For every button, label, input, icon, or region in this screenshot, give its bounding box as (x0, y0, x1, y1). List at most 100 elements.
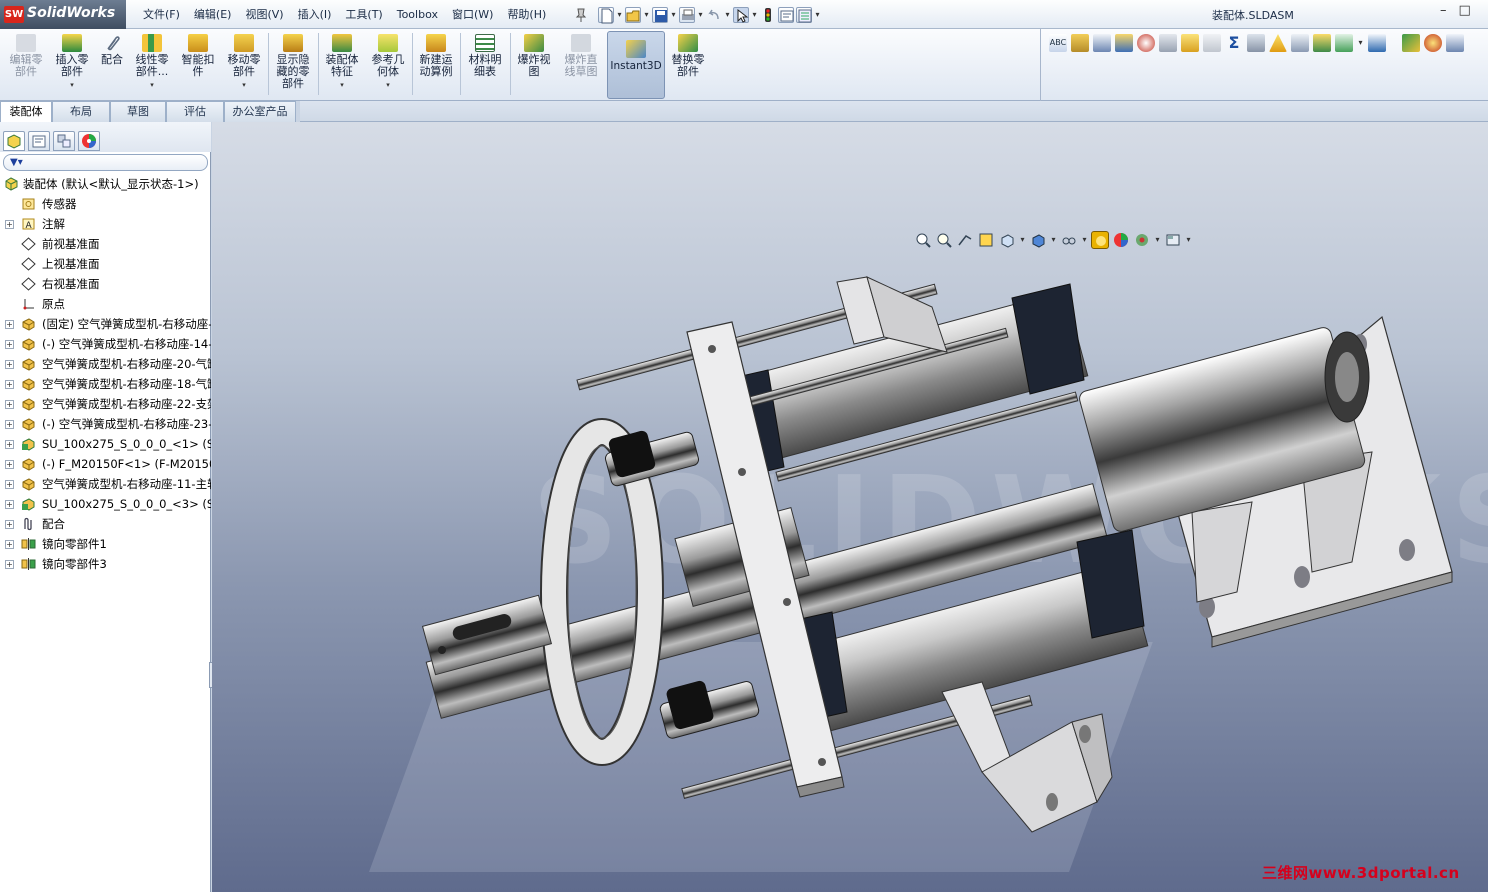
menu-insert[interactable]: 插入(I) (291, 6, 339, 23)
display-style-icon[interactable] (1029, 231, 1047, 249)
hide-show-dropdown-icon[interactable]: ▾ (1081, 232, 1088, 248)
tree-node[interactable]: + 空气弹簧成型机-右移动座-20-气缸<1> (0, 354, 211, 374)
feature-manager-tab-icon[interactable] (3, 131, 25, 151)
display-pane-dropdown-icon[interactable]: ▾ (1185, 232, 1192, 248)
rebuild-icon[interactable] (760, 7, 776, 23)
print-dropdown-icon[interactable]: ▾ (697, 7, 704, 23)
display-pane-icon[interactable] (1164, 231, 1182, 249)
instant3d-button[interactable]: Instant3D (607, 31, 665, 99)
expand-toggle-icon[interactable]: + (5, 460, 14, 469)
tree-node[interactable]: + (-) 空气弹簧成型机-右移动座-23-法兰<1> (0, 414, 211, 434)
menu-tools[interactable]: 工具(T) (338, 6, 389, 23)
save-icon[interactable] (652, 6, 668, 23)
view-settings-icon[interactable] (1133, 231, 1151, 249)
undo-dropdown-icon[interactable]: ▾ (724, 7, 731, 23)
expand-toggle-icon[interactable]: + (5, 480, 14, 489)
smart-fasteners-button[interactable]: 智能扣 件 (176, 32, 220, 78)
tree-node[interactable]: 前视基准面 (0, 234, 211, 254)
tree-node[interactable]: 传感器 (0, 194, 211, 214)
view-orientation-icon[interactable] (998, 231, 1016, 249)
tab-sketch[interactable]: 草图 (110, 101, 166, 122)
expand-toggle-icon[interactable]: + (5, 340, 14, 349)
expand-toggle-icon[interactable]: + (5, 400, 14, 409)
tree-node[interactable]: + A 注解 (0, 214, 211, 234)
tree-node[interactable]: + SU_100x275_S_0_0_0_<3> (SU_100x275) (0, 494, 211, 514)
explode-line-sketch-button[interactable]: 爆炸直 线草图 (558, 32, 604, 78)
bill-of-materials-button[interactable]: 材料明 细表 (462, 32, 508, 78)
tree-root-assembly[interactable]: 装配体 (默认<默认_显示状态-1>) (0, 174, 211, 194)
expand-toggle-icon[interactable]: + (5, 440, 14, 449)
tab-office-products[interactable]: 办公室产品 (224, 101, 296, 122)
configuration-manager-tab-icon[interactable] (53, 131, 75, 151)
tree-node[interactable]: + (-) F_M20150F<1> (F-M20150F) (0, 454, 211, 474)
replace-components-button[interactable]: 替换零 部件 (666, 32, 710, 78)
hide-show-items-icon[interactable] (1060, 231, 1078, 249)
tree-node[interactable]: + (-) 空气弹簧成型机-右移动座-14-连接杆<1> (0, 334, 211, 354)
check-disabled-icon[interactable] (1203, 34, 1221, 52)
select-dropdown-icon[interactable]: ▾ (751, 7, 758, 23)
open-dropdown-icon[interactable]: ▾ (643, 7, 650, 23)
interference-icon[interactable] (1247, 34, 1265, 52)
show-hidden-components-button[interactable]: 显示隐 藏的零 部件 (270, 32, 316, 90)
warning-icon[interactable] (1269, 34, 1287, 52)
undo-icon[interactable] (706, 7, 722, 23)
pin-icon[interactable] (574, 7, 588, 23)
tools-dropdown-icon[interactable]: ▾ (1357, 35, 1364, 51)
tree-node[interactable]: + 配合 (0, 514, 211, 534)
menu-edit[interactable]: 编辑(E) (187, 6, 239, 23)
tree-node[interactable]: 原点 (0, 294, 211, 314)
addins-icon[interactable] (1446, 34, 1464, 52)
graphics-viewport[interactable]: SOLIDWORKS (212, 122, 1488, 892)
hole-alignment-icon[interactable] (1313, 34, 1331, 52)
chevron-down-icon[interactable]: ▾ (222, 79, 266, 91)
statistics-icon[interactable] (1159, 34, 1177, 52)
tree-node[interactable]: + (固定) 空气弹簧成型机-右移动座-16-气缸固定板<1> (0, 314, 211, 334)
expand-toggle-icon[interactable]: + (5, 220, 14, 229)
chevron-down-icon[interactable]: ▾ (320, 79, 364, 91)
tab-assembly[interactable]: 装配体 (0, 101, 52, 122)
expand-toggle-icon[interactable]: + (5, 320, 14, 329)
options-icon[interactable] (796, 6, 812, 23)
menu-toolbox[interactable]: Toolbox (390, 6, 445, 23)
expand-toggle-icon[interactable]: + (5, 360, 14, 369)
measure-icon[interactable] (1071, 34, 1089, 52)
new-motion-study-button[interactable]: 新建运 动算例 (414, 32, 458, 78)
edit-component-button[interactable]: 编辑零 部件 (4, 32, 48, 78)
sensor-tool-icon[interactable] (1137, 34, 1155, 52)
zoom-to-fit-icon[interactable] (914, 231, 932, 249)
solidworks-logo[interactable]: SW SolidWorks (0, 0, 126, 29)
sum-icon[interactable]: Σ (1225, 34, 1243, 52)
tab-evaluate[interactable]: 评估 (166, 101, 224, 122)
simulation-icon[interactable] (1402, 34, 1420, 52)
edit-appearance-icon[interactable] (1091, 231, 1109, 249)
expand-toggle-icon[interactable]: + (5, 380, 14, 389)
assembly-features-button[interactable]: 装配体 特征 ▾ (320, 32, 364, 91)
spell-check-icon[interactable]: ABC (1049, 34, 1067, 52)
tree-filter[interactable]: ▼▾ (3, 154, 208, 171)
previous-view-icon[interactable] (956, 231, 974, 249)
tab-layout[interactable]: 布局 (52, 101, 110, 122)
view-orientation-dropdown-icon[interactable]: ▾ (1019, 232, 1026, 248)
save-dropdown-icon[interactable]: ▾ (670, 7, 677, 23)
expand-toggle-icon[interactable]: + (5, 500, 14, 509)
tree-node[interactable]: + 空气弹簧成型机-右移动座-11-主轴<1> (0, 474, 211, 494)
exploded-view-button[interactable]: 爆炸视 图 (512, 32, 556, 78)
file-properties-icon[interactable] (778, 6, 794, 23)
open-icon[interactable] (625, 6, 641, 23)
expand-toggle-icon[interactable]: + (5, 520, 14, 529)
zoom-to-area-icon[interactable] (935, 231, 953, 249)
print-icon[interactable] (679, 6, 695, 23)
tree-node[interactable]: 上视基准面 (0, 254, 211, 274)
mass-properties-icon[interactable] (1093, 34, 1111, 52)
simulation-xpress-icon[interactable] (1424, 34, 1442, 52)
options-dropdown-icon[interactable]: ▾ (814, 7, 821, 23)
move-component-button[interactable]: 移动零 部件 ▾ (222, 32, 266, 91)
chevron-down-icon[interactable]: ▾ (366, 79, 410, 91)
display-style-dropdown-icon[interactable]: ▾ (1050, 232, 1057, 248)
expand-toggle-icon[interactable]: + (5, 420, 14, 429)
select-arrow-icon[interactable] (733, 6, 749, 23)
expand-toggle-icon[interactable]: + (5, 540, 14, 549)
tree-node[interactable]: + SU_100x275_S_0_0_0_<1> (SU_100x275) (0, 434, 211, 454)
property-manager-tab-icon[interactable] (28, 131, 50, 151)
menu-window[interactable]: 窗口(W) (445, 6, 500, 23)
